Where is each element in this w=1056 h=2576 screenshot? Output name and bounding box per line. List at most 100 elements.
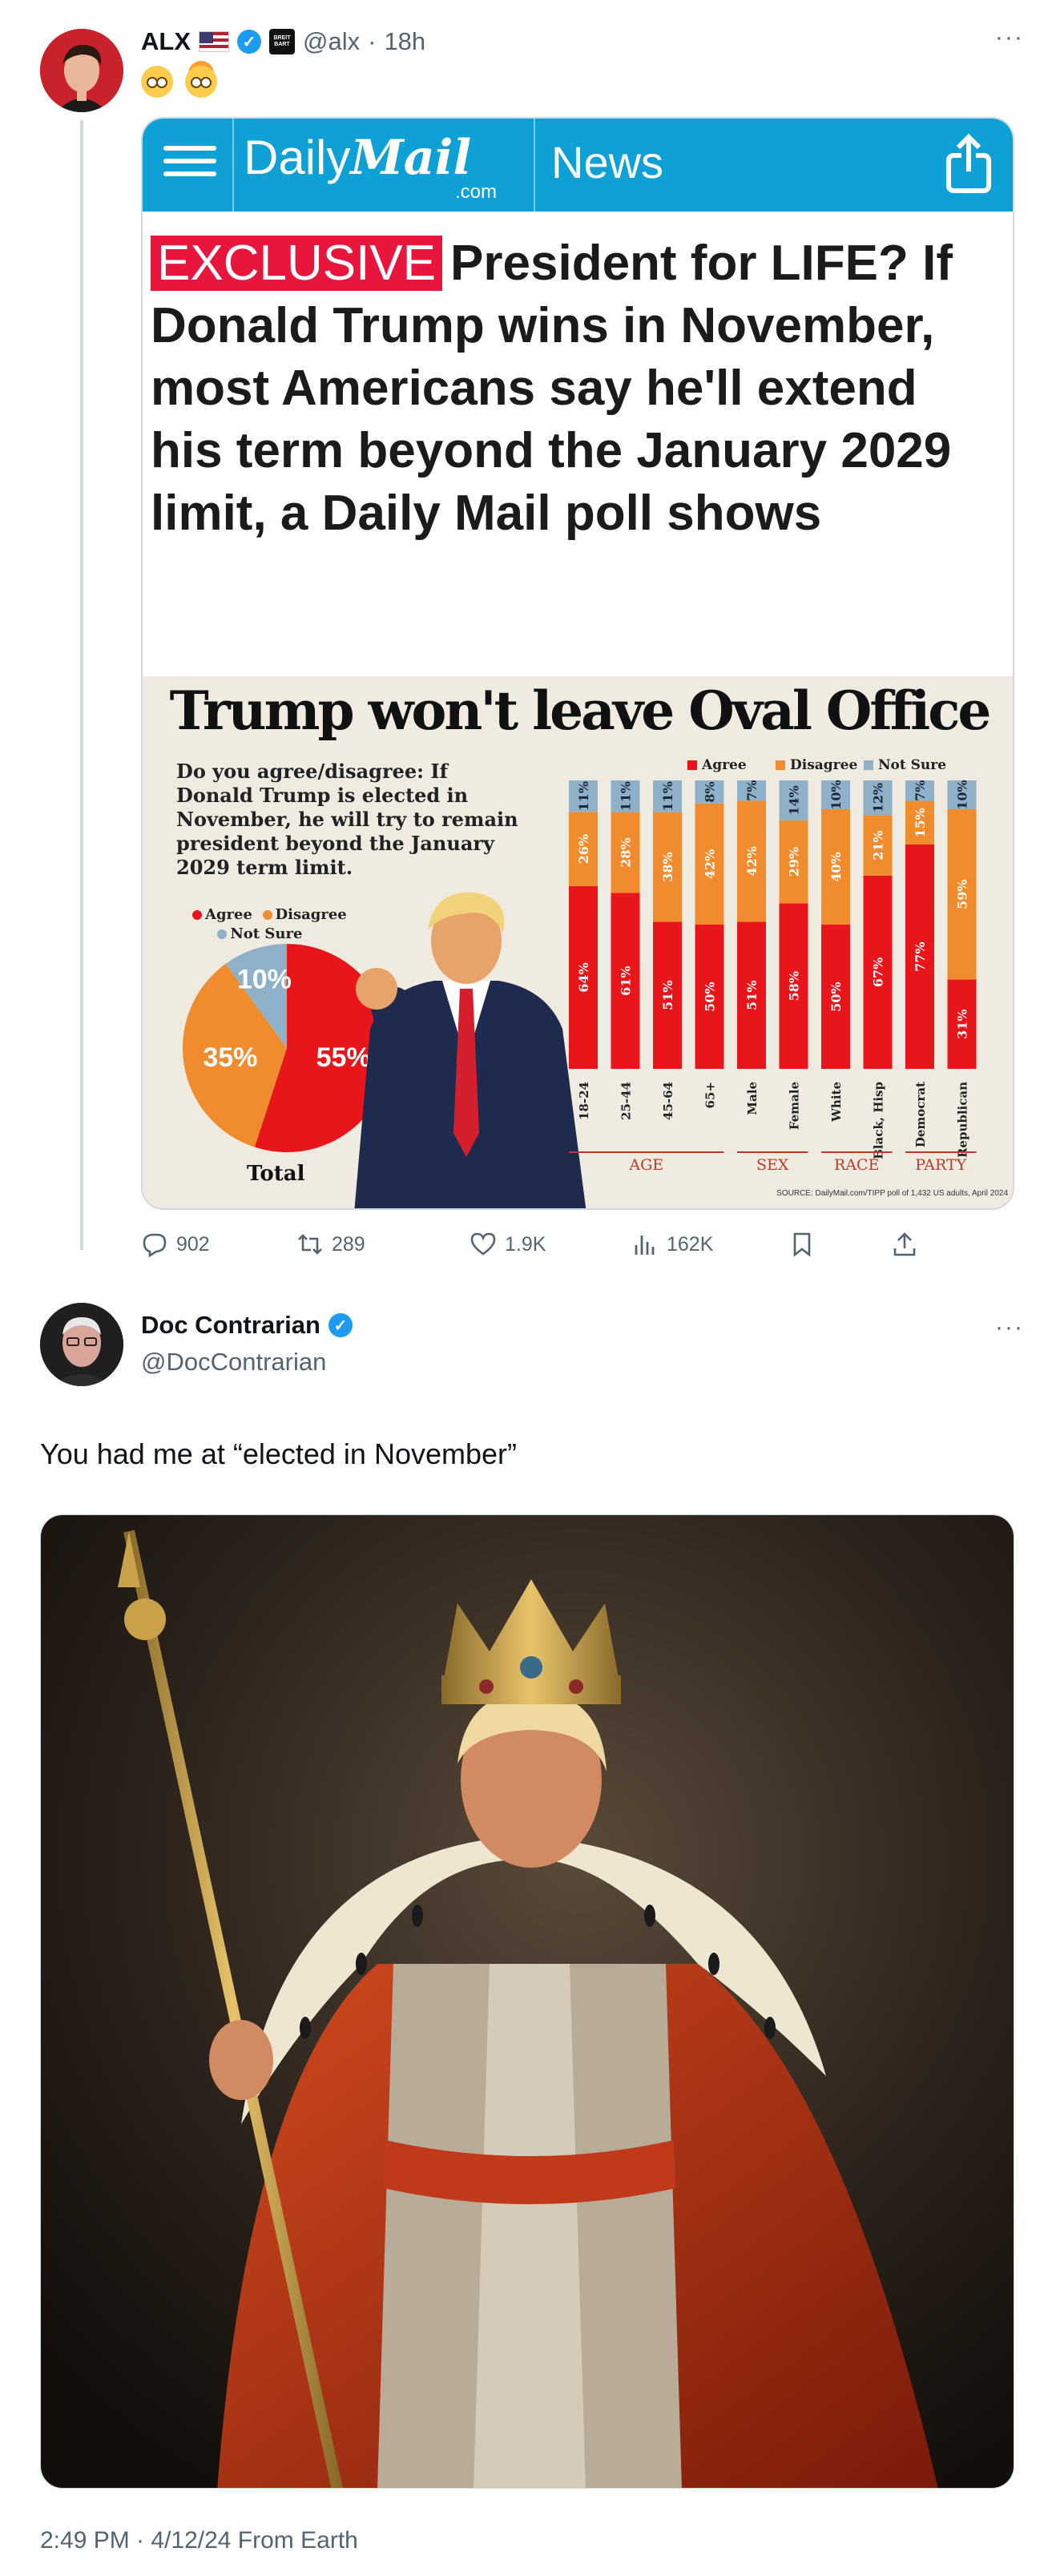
exclusive-tag: EXCLUSIVE — [151, 236, 443, 291]
bar-value-label: 7% — [913, 780, 928, 801]
bar-value-label: 15% — [913, 808, 928, 837]
category-label: Democrat — [913, 1082, 928, 1147]
bar-value-label: 10% — [828, 780, 844, 809]
tweet-time[interactable]: 18h — [384, 27, 425, 56]
menu-icon — [159, 138, 221, 194]
divider — [232, 119, 234, 212]
heart-icon — [470, 1232, 496, 1256]
bar-value-label: 58% — [787, 971, 802, 1001]
group-label: RACE — [834, 1156, 879, 1174]
legend-disagree: Disagree — [275, 906, 347, 923]
pie-title: Total — [247, 1162, 305, 1186]
chart-source: SOURCE: DailyMail.com/TIPP poll of 1,432… — [776, 1189, 1008, 1198]
legend-swatch — [864, 760, 873, 770]
reply-count: 902 — [176, 1232, 210, 1256]
verified-badge-icon[interactable]: ✓ — [328, 1313, 353, 1337]
category-label: Black, Hisp — [872, 1082, 886, 1159]
bar-value-label: 11% — [619, 781, 634, 811]
bar-value-label: 59% — [955, 879, 970, 909]
like-count: 1.9K — [505, 1232, 546, 1256]
category-label: 25-44 — [619, 1082, 634, 1120]
category-label: 18-24 — [577, 1082, 591, 1120]
tweet-timestamp[interactable]: 2:49 PM · 4/12/24 From Earth — [40, 2527, 358, 2554]
bar-value-label: 42% — [744, 846, 760, 876]
section-label: News — [551, 137, 664, 187]
thread-line — [80, 120, 83, 1250]
bar-value-label: 77% — [913, 941, 928, 971]
view-count: 162K — [667, 1232, 714, 1256]
tweet2-text: You had me at “elected in November” — [40, 1437, 518, 1470]
flushed-face-emoji — [141, 66, 173, 99]
share-icon — [893, 1232, 916, 1256]
bar-value-label: 67% — [871, 957, 886, 987]
reply-button[interactable]: 902 — [141, 1231, 210, 1258]
bar-value-label: 40% — [828, 852, 844, 881]
category-label: Male — [745, 1082, 760, 1115]
bar-value-label: 28% — [619, 837, 634, 867]
graphic-title: Trump won't leave Oval Office — [169, 679, 992, 742]
dailymail-logo: DailyMail — [244, 130, 472, 186]
legend-label: Agree — [701, 757, 747, 773]
stacked-bar-chart: Agree Disagree Not Sure 64% 26% 11% 18-24 61% 28… — [569, 757, 1008, 1198]
pie-label: 10% — [237, 964, 292, 994]
bar-value-label: 14% — [787, 785, 802, 815]
author-name[interactable]: ALX — [141, 27, 191, 56]
author-handle[interactable]: @DocContrarian — [141, 1348, 326, 1377]
tweet1-media-card[interactable]: DailyMail .com News EXCLUSIVE President f… — [141, 117, 1014, 1210]
legend-label: Not Sure — [878, 757, 946, 773]
group-label: SEX — [756, 1156, 789, 1174]
divider — [534, 119, 535, 212]
legend-swatch — [776, 760, 785, 770]
bar-value-label: 21% — [871, 830, 886, 860]
bar-value-label: 7% — [744, 780, 760, 800]
like-button[interactable]: 1.9K — [470, 1231, 546, 1258]
bookmark-button[interactable] — [788, 1231, 816, 1258]
legend-label: Disagree — [790, 757, 857, 773]
doc-contrarian-avatar[interactable] — [40, 1303, 123, 1386]
bar-value-label: 38% — [660, 852, 675, 881]
separator-dot: · — [368, 27, 377, 55]
bar-value-label: 11% — [660, 781, 675, 811]
dailymail-header: DailyMail .com News — [143, 119, 1013, 212]
share-button[interactable] — [891, 1231, 918, 1258]
legend-swatch — [687, 760, 697, 770]
share-icon — [946, 133, 991, 193]
bar-value-label: 50% — [703, 982, 718, 1011]
bar-value-label: 50% — [828, 982, 844, 1011]
pie-label: 35% — [203, 1042, 257, 1073]
category-label: White — [829, 1082, 844, 1123]
views-button[interactable]: 162K — [631, 1231, 713, 1258]
repost-button[interactable]: 289 — [296, 1231, 365, 1258]
bar-value-label: 42% — [703, 849, 718, 879]
bar-value-label: 29% — [787, 847, 802, 877]
category-label: 45-64 — [661, 1082, 675, 1120]
bar-value-label: 12% — [871, 783, 886, 812]
affiliation-badge-icon[interactable]: BREIT BART — [269, 29, 295, 54]
legend-agree: Agree — [205, 906, 252, 923]
verified-badge-icon[interactable]: ✓ — [237, 30, 261, 54]
views-icon — [635, 1236, 655, 1255]
category-label: Republican — [956, 1082, 970, 1158]
poll-graphic: Trump won't leave Oval Office Do you agr… — [143, 676, 1013, 1208]
bar-value-label: 10% — [955, 780, 970, 809]
category-label: Female — [788, 1082, 802, 1130]
group-label: AGE — [628, 1156, 663, 1174]
tweet1-header: ALX ✓ BREIT BART @alx · 18h — [141, 24, 425, 59]
more-options-icon[interactable]: ··· — [995, 1314, 1024, 1341]
repost-count: 289 — [332, 1232, 365, 1256]
author-handle[interactable]: @alx — [303, 27, 360, 56]
dailymail-com: .com — [455, 181, 498, 203]
bar-value-label: 11% — [576, 781, 591, 811]
reply-icon — [143, 1233, 167, 1258]
more-options-icon[interactable]: ··· — [995, 24, 1024, 51]
category-label: 65+ — [703, 1082, 718, 1108]
exploding-head-emoji — [185, 66, 218, 99]
alx-avatar[interactable] — [40, 29, 123, 112]
author-name[interactable]: Doc Contrarian — [141, 1311, 320, 1340]
bar-value-label: 51% — [744, 980, 760, 1010]
bar-value-label: 64% — [576, 962, 591, 992]
bar-value-label: 51% — [660, 980, 675, 1010]
bar-value-label: 8% — [703, 781, 718, 802]
us-flag-icon — [199, 31, 229, 52]
king-trump-painting[interactable] — [40, 1514, 1014, 2489]
